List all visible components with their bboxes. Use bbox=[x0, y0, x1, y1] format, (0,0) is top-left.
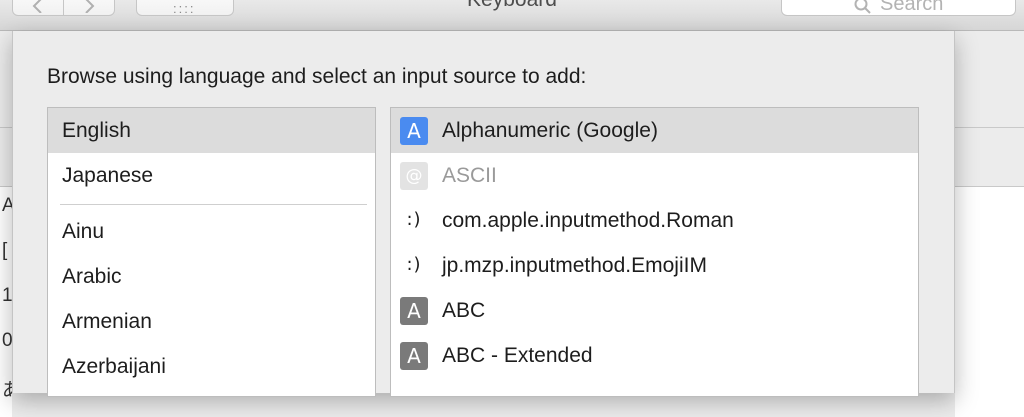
window-toolbar: :::: Keyboard bbox=[0, 0, 1024, 31]
input-source-item-ascii: @ ASCII bbox=[391, 153, 918, 198]
input-source-item-emojiim[interactable]: :) jp.mzp.inputmethod.EmojiIM bbox=[391, 243, 918, 288]
background-divider bbox=[955, 127, 1024, 128]
background-panel bbox=[955, 186, 1024, 417]
background-divider bbox=[0, 127, 12, 128]
background-glyph: 0 bbox=[2, 330, 12, 351]
search-input[interactable] bbox=[880, 0, 1000, 16]
language-item-english[interactable]: English bbox=[48, 108, 375, 153]
input-source-label: ASCII bbox=[442, 164, 497, 187]
search-field[interactable] bbox=[781, 0, 1016, 16]
a-box-gray-icon: A bbox=[400, 342, 428, 370]
input-source-item-apple-roman[interactable]: :) com.apple.inputmethod.Roman bbox=[391, 198, 918, 243]
language-separator bbox=[60, 204, 367, 205]
language-item-ainu[interactable]: Ainu bbox=[48, 209, 375, 254]
input-source-label: jp.mzp.inputmethod.EmojiIM bbox=[442, 254, 707, 277]
background-glyph: [ bbox=[2, 240, 8, 261]
language-item-azerbaijani[interactable]: Azerbaijani bbox=[48, 344, 375, 389]
sheet-prompt: Browse using language and select an inpu… bbox=[47, 65, 587, 88]
language-list[interactable]: English Japanese Ainu Arabic Armenian Az… bbox=[47, 107, 376, 397]
smiley-icon: :) bbox=[406, 254, 422, 275]
input-source-label: ABC - Extended bbox=[442, 344, 593, 367]
background-glyph: A bbox=[2, 195, 12, 216]
background-glyph: あ bbox=[2, 380, 12, 401]
input-source-item-abc[interactable]: A ABC bbox=[391, 288, 918, 333]
input-source-item-alphanumeric-google[interactable]: A Alphanumeric (Google) bbox=[391, 108, 918, 153]
input-source-label: com.apple.inputmethod.Roman bbox=[442, 209, 734, 232]
language-item-arabic[interactable]: Arabic bbox=[48, 254, 375, 299]
smiley-icon: :) bbox=[406, 209, 422, 230]
a-box-gray-icon: A bbox=[400, 297, 428, 325]
background-glyph: 1 bbox=[2, 285, 12, 306]
search-icon bbox=[854, 0, 871, 14]
language-item-armenian[interactable]: Armenian bbox=[48, 299, 375, 344]
input-source-label: Alphanumeric (Google) bbox=[442, 119, 658, 142]
background-list: A [ 1 0 あ bbox=[0, 186, 12, 417]
input-source-item-abc-extended[interactable]: A ABC - Extended bbox=[391, 333, 918, 378]
language-item-japanese[interactable]: Japanese bbox=[48, 153, 375, 198]
input-source-list[interactable]: A Alphanumeric (Google) @ ASCII :) com.a… bbox=[390, 107, 919, 397]
a-box-blue-icon: A bbox=[400, 117, 428, 145]
add-input-source-sheet: Browse using language and select an inpu… bbox=[12, 31, 955, 397]
at-sign-icon: @ bbox=[400, 162, 428, 190]
input-source-label: ABC bbox=[442, 299, 486, 322]
